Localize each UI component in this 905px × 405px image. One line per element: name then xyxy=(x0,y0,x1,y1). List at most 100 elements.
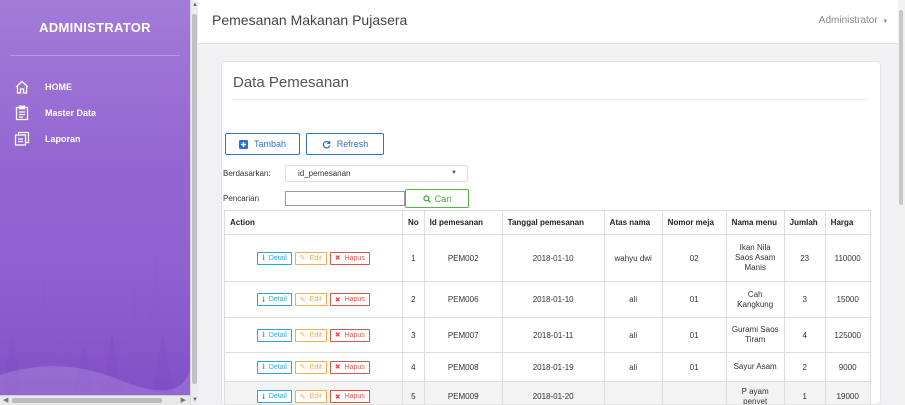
column-header[interactable]: Atas nama xyxy=(603,210,663,235)
cell-name: wahyu dwi xyxy=(603,234,663,282)
cell-id: PEM008 xyxy=(423,352,503,382)
search-button-label: Cari xyxy=(434,193,452,204)
user-name: Administrator xyxy=(818,15,878,26)
sidebar-item-master-data[interactable]: Master Data xyxy=(0,100,190,126)
search-label: Pencarian xyxy=(223,194,260,203)
page-title: Data Pemesanan xyxy=(233,74,349,91)
delete-button[interactable]: ✖ Hapus xyxy=(329,293,370,306)
column-header[interactable]: Nama menu xyxy=(725,210,785,235)
cell-price: 15000 xyxy=(824,281,871,318)
edit-button[interactable]: ✎ Edit xyxy=(294,390,327,403)
sidebar-item-laporan[interactable]: Laporan xyxy=(0,126,190,152)
column-header[interactable]: Id pemesanan xyxy=(423,210,503,235)
detail-button[interactable]: ℹ Detail xyxy=(257,390,292,403)
edit-icon: ✎ xyxy=(299,364,306,371)
delete-button[interactable]: ✖ Hapus xyxy=(329,390,370,403)
home-icon xyxy=(13,78,31,96)
info-icon: ℹ xyxy=(262,364,265,371)
cell-menu: Gurami Saos Tiram xyxy=(725,317,785,353)
clipboard-icon xyxy=(13,104,31,122)
sidebar-item-home[interactable]: HOME xyxy=(0,74,190,100)
edit-button[interactable]: ✎ Edit xyxy=(294,251,327,265)
cell-price: 9000 xyxy=(824,352,871,382)
cell-date: 2018-01-11 xyxy=(501,317,605,353)
action-cell: ℹ Detail ✎ Edit ✖ Hapus xyxy=(224,317,403,353)
close-icon: ✖ xyxy=(334,364,341,371)
edit-icon: ✎ xyxy=(299,332,306,339)
cell-quantity: 23 xyxy=(783,234,826,282)
detail-button[interactable]: ℹ Detail xyxy=(257,293,292,306)
cell-name: ali xyxy=(603,352,663,382)
orders-table: Action No Id pemesanan Tanggal pemesanan… xyxy=(224,210,871,404)
table-row: ℹ Detail ✎ Edit ✖ Hapus 2 PEM006 2018-01-10… xyxy=(224,281,871,318)
add-button[interactable]: Tambah xyxy=(225,133,300,155)
divider xyxy=(233,99,869,100)
page-vertical-scrollbar[interactable] xyxy=(898,0,905,405)
delete-button[interactable]: ✖ Hapus xyxy=(329,251,370,265)
sidebar-horizontal-scrollbar[interactable]: ◀ ▶ xyxy=(0,395,190,405)
detail-button[interactable]: ℹ Detail xyxy=(257,251,292,265)
cell-id: PEM007 xyxy=(423,317,503,353)
cell-quantity: 1 xyxy=(783,381,826,404)
cell-menu: Ikan Nila Saos Asam Manis xyxy=(725,234,785,282)
edit-button[interactable]: ✎ Edit xyxy=(294,328,327,342)
scrollbar-thumb[interactable] xyxy=(192,14,197,384)
sidebar-vertical-scrollbar[interactable]: ▲ ▼ xyxy=(190,0,198,405)
column-header[interactable]: No xyxy=(402,210,425,235)
column-header[interactable]: Nomor meja xyxy=(661,210,727,235)
edit-button[interactable]: ✎ Edit xyxy=(294,293,327,306)
app-title: Pemesanan Makanan Pujasera xyxy=(212,12,408,28)
column-header[interactable]: Action xyxy=(224,210,403,235)
delete-button[interactable]: ✖ Hapus xyxy=(329,360,370,374)
table-row: ℹ Detail ✎ Edit ✖ Hapus 4 PEM008 2018-01-19… xyxy=(224,352,871,382)
search-input[interactable] xyxy=(285,191,405,206)
table-row: ℹ Detail ✎ Edit ✖ Hapus 1 PEM002 2018-01-10… xyxy=(224,234,871,282)
table-row: ℹ Detail ✎ Edit ✖ Hapus 3 PEM007 2018-01-11… xyxy=(224,317,871,353)
detail-button[interactable]: ℹ Detail xyxy=(257,360,292,374)
report-icon xyxy=(13,130,31,148)
edit-button[interactable]: ✎ Edit xyxy=(294,360,327,374)
cell-id: PEM006 xyxy=(423,281,503,318)
sidebar: ADMINISTRATOR HOME Master Data Laporan ◀… xyxy=(0,0,190,405)
cell-name: ali xyxy=(603,317,663,353)
action-cell: ℹ Detail ✎ Edit ✖ Hapus xyxy=(224,234,403,282)
scroll-left-icon[interactable]: ◀ xyxy=(3,396,8,405)
plus-square-icon xyxy=(238,139,248,149)
cell-menu: P ayam penyet xyxy=(725,381,785,404)
cell-price: 19000 xyxy=(824,381,871,404)
cell-date: 2018-01-20 xyxy=(501,381,605,404)
cell-no: 2 xyxy=(402,281,425,318)
column-header[interactable]: Tanggal pemesanan xyxy=(501,210,605,235)
cell-menu: Cah Kangkung xyxy=(725,281,785,318)
filter-select[interactable]: id_pemesanan ▼ xyxy=(285,165,468,182)
refresh-icon xyxy=(322,140,331,149)
refresh-button[interactable]: Refresh xyxy=(306,133,384,155)
search-button[interactable]: Cari xyxy=(405,189,469,208)
scrollbar-thumb[interactable] xyxy=(899,10,903,205)
cell-no: 4 xyxy=(402,352,425,382)
cell-price: 125000 xyxy=(824,317,871,353)
detail-button[interactable]: ℹ Detail xyxy=(257,328,292,342)
cell-quantity: 4 xyxy=(783,317,826,353)
cell-no: 3 xyxy=(402,317,425,353)
scroll-down-icon[interactable]: ▼ xyxy=(192,397,198,403)
scrollbar-thumb[interactable] xyxy=(12,398,162,403)
cell-table-number: 01 xyxy=(661,281,727,318)
cell-no: 5 xyxy=(402,381,425,404)
table-row: ℹ Detail ✎ Edit ✖ Hapus 5 PEM009 2018-01-20… xyxy=(224,381,871,404)
sidebar-item-label: Master Data xyxy=(45,108,97,118)
sidebar-brand: ADMINISTRATOR xyxy=(10,0,180,56)
caret-down-icon: ▾ xyxy=(883,18,887,25)
edit-icon: ✎ xyxy=(299,255,306,262)
cell-quantity: 2 xyxy=(783,352,826,382)
scroll-right-icon[interactable]: ▶ xyxy=(181,396,186,405)
cell-table-number: 01 xyxy=(661,352,727,382)
delete-button[interactable]: ✖ Hapus xyxy=(329,328,370,342)
cell-name: ali xyxy=(603,281,663,318)
cell-price: 110000 xyxy=(824,234,871,282)
column-header[interactable]: Jumlah xyxy=(783,210,826,235)
action-cell: ℹ Detail ✎ Edit ✖ Hapus xyxy=(224,281,403,318)
user-menu[interactable]: Administrator ▾ xyxy=(819,15,887,26)
cell-table-number xyxy=(661,381,727,404)
column-header[interactable]: Harga xyxy=(824,210,871,235)
